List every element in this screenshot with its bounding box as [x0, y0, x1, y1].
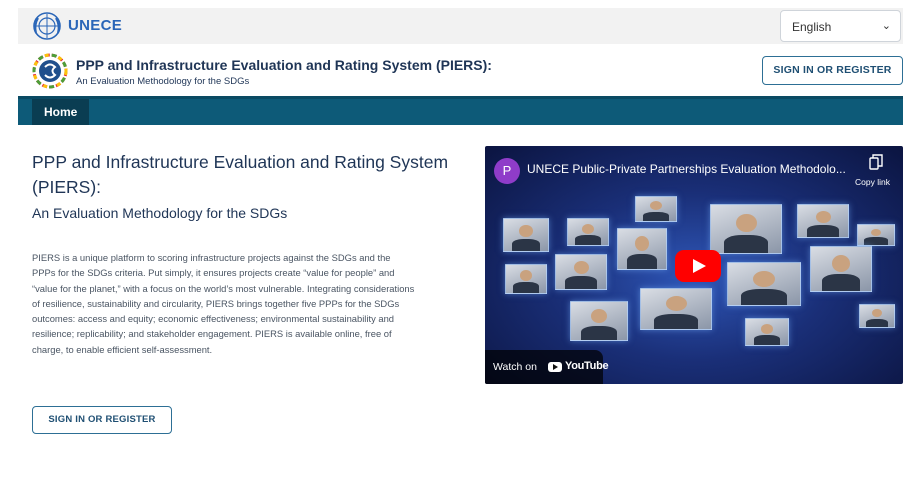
video-thumbnail-person — [640, 288, 712, 330]
video-thumbnail-person — [567, 218, 609, 246]
hero-subtitle: An Evaluation Methodology for the SDGs — [32, 205, 288, 221]
header-title: PPP and Infrastructure Evaluation and Ra… — [76, 57, 492, 73]
sign-in-register-button[interactable]: SIGN IN OR REGISTER — [32, 406, 172, 434]
copy-link-icon[interactable] — [869, 154, 883, 170]
youtube-wordmark: YouTube — [565, 360, 609, 372]
video-thumbnail-person — [710, 204, 782, 254]
video-title[interactable]: UNECE Public-Private Partnerships Evalua… — [527, 162, 852, 176]
top-bar: UNECE English ⌄ — [18, 8, 903, 44]
hero-title: PPP and Infrastructure Evaluation and Ra… — [32, 152, 449, 197]
video-thumbnail-person — [505, 264, 547, 294]
nav-item-home[interactable]: Home — [32, 99, 90, 125]
video-thumbnail-person — [859, 304, 895, 328]
header-subtitle: An Evaluation Methodology for the SDGs — [76, 76, 250, 87]
video-thumbnail-person — [570, 301, 628, 341]
video-thumbnail-person — [857, 224, 895, 246]
play-button-icon[interactable] — [675, 250, 721, 282]
site-header: PPP and Infrastructure Evaluation and Ra… — [18, 44, 903, 96]
video-thumbnail-person — [727, 262, 801, 306]
youtube-logo-icon — [548, 362, 562, 372]
video-thumbnail-person — [810, 246, 872, 292]
youtube-video-embed[interactable]: P UNECE Public-Private Partnerships Eval… — [485, 146, 903, 384]
channel-avatar[interactable]: P — [494, 158, 520, 184]
unece-brand[interactable]: UNECE — [68, 17, 122, 34]
video-thumbnail-person — [635, 196, 677, 222]
watch-on-youtube-link[interactable]: Watch on YouTube — [485, 350, 609, 384]
language-selected-value: English — [792, 20, 832, 34]
chevron-down-icon: ⌄ — [881, 20, 891, 32]
video-thumbnail-person — [745, 318, 789, 346]
watch-on-label: Watch on — [493, 361, 537, 373]
copy-link-label[interactable]: Copy link — [855, 177, 890, 187]
video-thumbnail-person — [555, 254, 607, 290]
video-thumbnail-person — [797, 204, 849, 238]
hero-description: PIERS is a unique platform to scoring in… — [32, 252, 415, 355]
main-nav: Home — [18, 96, 903, 125]
language-select[interactable]: English ⌄ — [780, 10, 901, 42]
video-thumbnail-person — [503, 218, 549, 252]
header-sign-in-button[interactable]: SIGN IN OR REGISTER — [762, 56, 903, 85]
un-emblem-icon[interactable] — [32, 11, 62, 41]
video-thumbnail-person — [617, 228, 667, 270]
piers-logo-icon[interactable] — [32, 53, 68, 89]
